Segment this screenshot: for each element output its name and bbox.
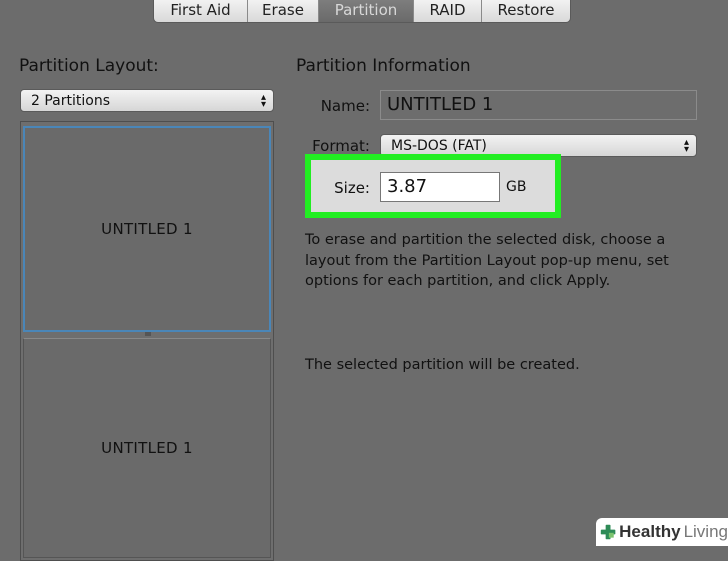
tab-raid[interactable]: RAID xyxy=(414,0,482,22)
tab-first-aid[interactable]: First Aid xyxy=(154,0,248,22)
tab-erase[interactable]: Erase xyxy=(248,0,319,22)
partition-block[interactable]: UNTITLED 1 xyxy=(23,338,271,558)
partition-block-label: UNTITLED 1 xyxy=(101,439,193,457)
updown-arrows-icon: ▴ ▾ xyxy=(683,136,689,155)
size-label: Size: xyxy=(334,179,370,197)
help-text: To erase and partition the selected disk… xyxy=(305,232,669,289)
partition-layout-popup[interactable]: 2 Partitions ▴ ▾ xyxy=(20,89,274,112)
status-text: The selected partition will be created. xyxy=(305,357,580,373)
partition-layout-heading: Partition Layout: xyxy=(19,56,159,76)
size-field[interactable]: 3.87 xyxy=(380,172,500,202)
cross-logo-icon xyxy=(600,524,616,540)
partition-block-selected[interactable]: UNTITLED 1 xyxy=(23,126,271,332)
format-popup-value: MS-DOS (FAT) xyxy=(391,138,487,154)
watermark-word-living: Living xyxy=(683,522,728,541)
tab-partition[interactable]: Partition xyxy=(319,0,414,22)
partition-block-label: UNTITLED 1 xyxy=(101,220,193,238)
tab-restore[interactable]: Restore xyxy=(482,0,570,22)
name-label: Name: xyxy=(320,97,370,115)
partition-layout-popup-value: 2 Partitions xyxy=(31,93,110,109)
size-unit-label: GB xyxy=(506,179,527,195)
format-label: Format: xyxy=(312,137,370,155)
watermark: Healthy Living xyxy=(596,518,728,546)
partition-information-heading: Partition Information xyxy=(296,56,471,76)
partition-map: UNTITLED 1 UNTITLED 1 xyxy=(20,121,274,561)
updown-arrows-icon: ▴ ▾ xyxy=(260,91,266,110)
tab-bar: First Aid Erase Partition RAID Restore xyxy=(153,0,571,23)
watermark-word-healthy: Healthy xyxy=(619,522,681,541)
partition-resize-handle[interactable] xyxy=(145,332,151,336)
name-field[interactable]: UNTITLED 1 xyxy=(380,90,697,120)
